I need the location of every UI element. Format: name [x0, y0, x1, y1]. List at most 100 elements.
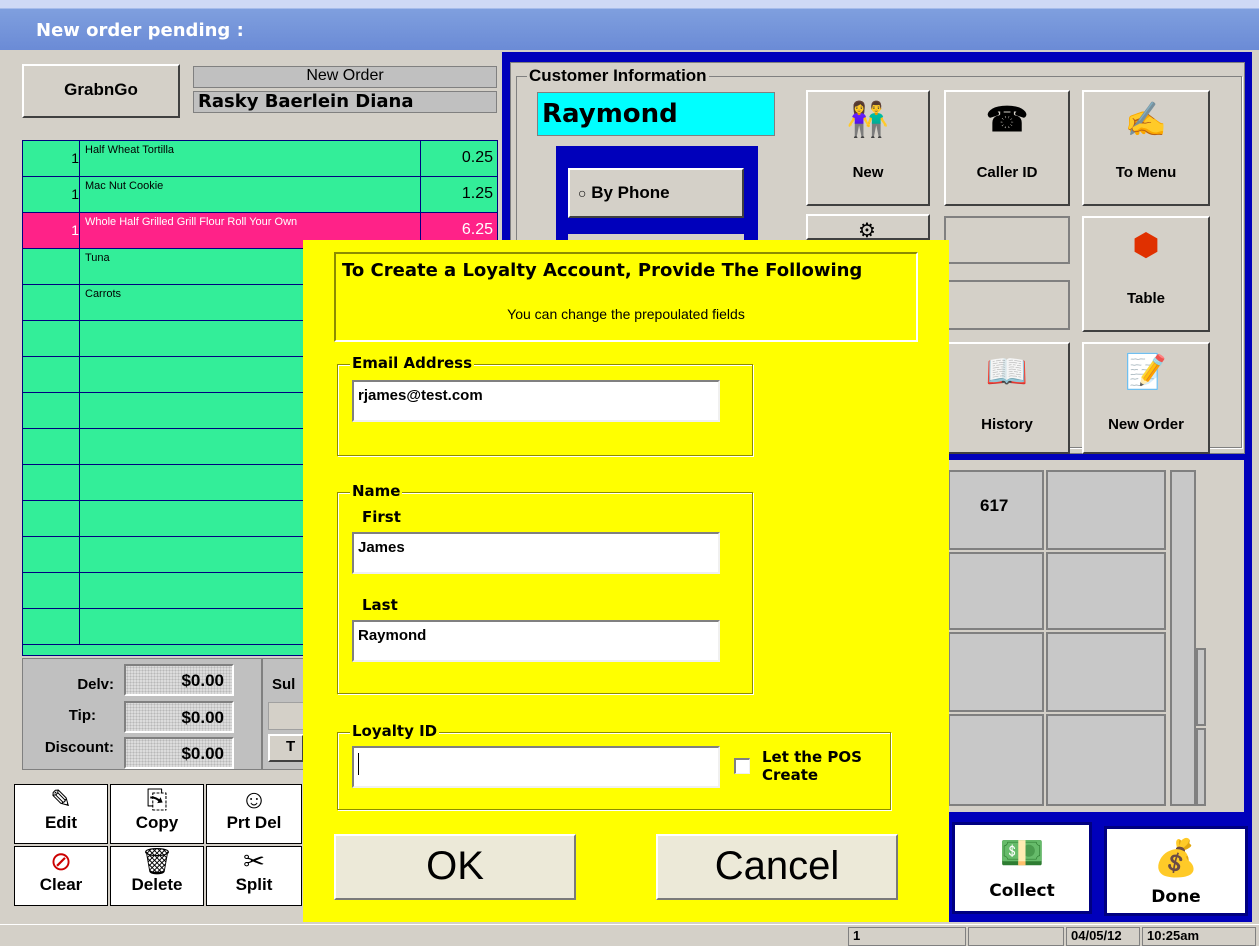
customer-name-value: Raymond [542, 99, 678, 129]
table-cell[interactable] [948, 714, 1044, 806]
row-price: 0.25 [461, 149, 493, 166]
trash-icon: 🗑 [140, 846, 174, 876]
split-button[interactable]: ✂ Split [206, 846, 302, 906]
title-bar: New order pending : [0, 0, 1259, 50]
status-field-2 [968, 927, 1064, 946]
table-cell[interactable] [948, 552, 1044, 630]
table-cell[interactable] [1046, 714, 1166, 806]
tip-value[interactable]: $0.00 [124, 701, 234, 733]
total-label: T [286, 738, 296, 755]
email-group-label: Email Address [350, 354, 475, 372]
print-delivery-icon: ☺ [240, 784, 268, 814]
table-cell[interactable] [948, 632, 1044, 712]
let-pos-create-label: Let the POS Create [762, 748, 862, 784]
table-cell[interactable] [1046, 470, 1166, 550]
status-bar: 1 04/05/12 10:25am [0, 924, 1259, 946]
order-label-box: New Order [193, 66, 497, 88]
new-order-label: New Order [1108, 416, 1184, 433]
info-field-2 [944, 280, 1070, 330]
table-cell[interactable] [1046, 632, 1166, 712]
edit-button[interactable]: ✎ Edit [14, 784, 108, 844]
let-pos-create-line2: Create [762, 766, 819, 784]
ok-button[interactable]: OK [334, 834, 576, 900]
split-icon: ✂ [243, 846, 265, 876]
last-name-label: Last [362, 596, 398, 614]
clear-label: Clear [39, 875, 83, 894]
delete-label: Delete [131, 875, 183, 894]
window-title: New order pending : [36, 20, 244, 41]
lookup-button[interactable]: ⚙ [806, 214, 930, 242]
name-group-label: Name [350, 482, 403, 500]
prt-del-button[interactable]: ☺ Prt Del [206, 784, 302, 844]
collect-money-icon: 💵 [999, 832, 1045, 873]
row-qty: 1 [23, 141, 80, 176]
row-qty [23, 249, 80, 284]
people-icon: 👫 [846, 101, 890, 139]
grabngo-button[interactable]: GrabnGo [22, 64, 180, 118]
new-label: New [852, 164, 884, 181]
dialog-header-box: To Create a Loyalty Account, Provide The… [334, 252, 918, 342]
row-price: 1.25 [461, 185, 493, 202]
delete-button[interactable]: 🗑 Delete [110, 846, 204, 906]
table-cell-label: 617 [980, 496, 1009, 515]
to-menu-label: To Menu [1115, 164, 1177, 181]
tip-label: Tip: [68, 707, 96, 724]
to-menu-button[interactable]: ✍ To Menu [1082, 90, 1210, 206]
new-order-button[interactable]: 📝 New Order [1082, 342, 1210, 454]
table-icon: ⬢ [1132, 229, 1160, 262]
row-qty: 1 [23, 177, 80, 212]
grid-scroll-thumb-2[interactable] [1196, 728, 1206, 806]
table-cell[interactable] [1046, 552, 1166, 630]
last-name-field[interactable]: Raymond [352, 620, 720, 662]
copy-button[interactable]: ⎘ Copy [110, 784, 204, 844]
order-label: New Order [306, 67, 384, 84]
by-phone-option[interactable]: ○ By Phone [568, 168, 744, 218]
cancel-button[interactable]: Cancel [656, 834, 898, 900]
table-row[interactable]: 1 Half Wheat Tortilla 0.25 [23, 141, 497, 177]
new-order-notepad-icon: 📝 [1124, 353, 1168, 391]
grabngo-label: GrabnGo [64, 80, 138, 99]
dialog-subtitle: You can change the prepoulated fields [507, 306, 745, 322]
row-item: Half Wheat Tortilla [81, 141, 421, 176]
first-name-field[interactable]: James [352, 532, 720, 574]
copy-icon: ⎘ [146, 784, 168, 814]
grid-scroll-thumb[interactable] [1196, 648, 1206, 726]
clear-button[interactable]: ⊘ Clear [14, 846, 108, 906]
discount-label: Discount: [44, 739, 114, 756]
grid-scrollbar[interactable] [1170, 470, 1196, 806]
table-label: Table [1126, 290, 1166, 307]
collect-label: Collect [989, 881, 1055, 901]
status-time: 10:25am [1142, 927, 1256, 946]
subtotal-label: Sul [272, 676, 296, 693]
delivery-label: Delv: [77, 676, 114, 693]
table-cell-617[interactable]: 617 [948, 470, 1044, 550]
delivery-value[interactable]: $0.00 [124, 664, 234, 696]
clear-icon: ⊘ [50, 846, 72, 876]
email-field[interactable]: rjames@test.com [352, 380, 720, 422]
caller-id-button[interactable]: ☎ Caller ID [944, 90, 1070, 206]
done-label: Done [1151, 887, 1201, 907]
customer-name-field[interactable]: Raymond [537, 92, 775, 136]
dialog-title: To Create a Loyalty Account, Provide The… [342, 260, 863, 281]
by-phone-label: By Phone [591, 183, 670, 202]
done-button[interactable]: 💰 Done [1104, 826, 1248, 916]
table-row[interactable]: 1 Mac Nut Cookie 1.25 [23, 177, 497, 213]
loyalty-id-field[interactable] [352, 746, 720, 788]
status-field-1: 1 [848, 927, 966, 946]
menu-book-icon: ✍ [1124, 101, 1168, 139]
first-name-label: First [362, 508, 401, 526]
collect-button[interactable]: 💵 Collect [952, 822, 1092, 914]
done-money-bag-icon: 💰 [1153, 837, 1199, 878]
history-button[interactable]: 📖 History [944, 342, 1070, 454]
row-qty [23, 285, 80, 320]
subtotal-value-box [268, 702, 304, 730]
table-button[interactable]: ⬢ Table [1082, 216, 1210, 332]
row-qty: 1 [23, 213, 80, 248]
edit-label: Edit [44, 813, 78, 832]
discount-value[interactable]: $0.00 [124, 737, 234, 769]
let-pos-create-line1: Let the POS [762, 748, 862, 766]
new-customer-button[interactable]: 👫 New [806, 90, 930, 206]
let-pos-create-checkbox[interactable] [734, 758, 750, 774]
info-field-1 [944, 216, 1070, 264]
copy-label: Copy [135, 813, 179, 832]
